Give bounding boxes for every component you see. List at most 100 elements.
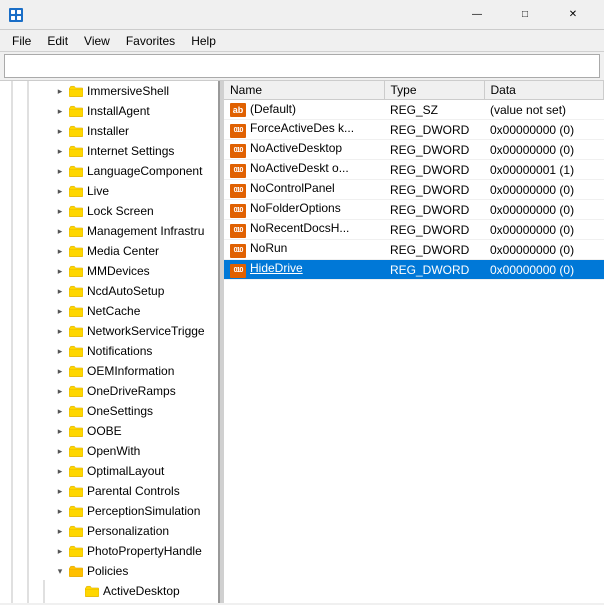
table-row[interactable]: 010NoFolderOptionsREG_DWORD0x00000000 (0… <box>224 200 604 220</box>
tree-item[interactable]: ▸ OptimalLayout <box>0 461 218 481</box>
tree-toggle-icon[interactable]: ▸ <box>52 461 68 481</box>
tree-item[interactable]: ▸ LanguageComponent <box>0 161 218 181</box>
tree-toggle-icon[interactable] <box>68 581 84 601</box>
tree-item[interactable]: ▸ Notifications <box>0 341 218 361</box>
tree-toggle-icon[interactable]: ▸ <box>52 281 68 301</box>
tree-indent <box>20 600 36 604</box>
tree-toggle-icon[interactable]: ▸ <box>52 541 68 561</box>
tree-item[interactable]: ▸ Media Center <box>0 241 218 261</box>
tree-toggle-icon[interactable]: ▸ <box>52 241 68 261</box>
tree-item-label: OptimalLayout <box>87 464 164 478</box>
tree-item[interactable]: ▸ Internet Settings <box>0 141 218 161</box>
tree-item[interactable]: ▸ OpenWith <box>0 441 218 461</box>
reg-data-cell: 0x00000000 (0) <box>484 260 604 280</box>
table-row[interactable]: 010ForceActiveDes k...REG_DWORD0x0000000… <box>224 120 604 140</box>
tree-item[interactable]: ▸ Parental Controls <box>0 481 218 501</box>
reg-data-cell: 0x00000001 (1) <box>484 160 604 180</box>
tree-toggle-icon[interactable]: ▸ <box>52 421 68 441</box>
menu-item-help[interactable]: Help <box>183 32 224 50</box>
tree-panel[interactable]: ▸ ImmersiveShell▸ InstallAgent▸ Installe… <box>0 81 220 603</box>
tree-item[interactable]: ▾ Policies <box>0 561 218 581</box>
col-name[interactable]: Name <box>224 81 384 100</box>
table-row[interactable]: 010NoRunREG_DWORD0x00000000 (0) <box>224 240 604 260</box>
reg-name-cell: 010HideDrive <box>224 260 384 280</box>
tree-item-label: Notifications <box>87 344 152 358</box>
minimize-button[interactable]: — <box>454 0 500 30</box>
reg-name-cell: 010NoActiveDeskt o... <box>224 160 384 180</box>
tree-item[interactable]: ▸ ImmersiveShell <box>0 81 218 101</box>
tree-item[interactable]: ▸ OneSettings <box>0 401 218 421</box>
tree-item[interactable]: ▸ PhotoPropertyHandle <box>0 541 218 561</box>
dword-icon: 010 <box>230 144 246 158</box>
tree-toggle-icon[interactable]: ▸ <box>52 221 68 241</box>
tree-toggle-icon[interactable]: ▸ <box>52 81 68 101</box>
tree-item-label: OOBE <box>87 424 122 438</box>
tree-toggle-icon[interactable]: ▸ <box>52 101 68 121</box>
reg-name-cell: 010NoRecentDocsH... <box>224 220 384 240</box>
tree-toggle-icon[interactable]: ▸ <box>52 261 68 281</box>
table-row[interactable]: 010HideDriveREG_DWORD0x00000000 (0) <box>224 260 604 280</box>
tree-toggle-icon[interactable]: ▸ <box>52 201 68 221</box>
tree-item[interactable]: ▸ InstallAgent <box>0 101 218 121</box>
tree-toggle-icon[interactable]: ▸ <box>52 301 68 321</box>
tree-toggle-icon[interactable]: ▸ <box>52 381 68 401</box>
reg-type-cell: REG_DWORD <box>384 200 484 220</box>
close-button[interactable]: ✕ <box>550 0 596 30</box>
tree-toggle-icon[interactable]: ▸ <box>52 501 68 521</box>
tree-item-label: NcdAutoSetup <box>87 284 164 298</box>
tree-item[interactable]: ▸ NcdAutoSetup <box>0 281 218 301</box>
tree-item[interactable]: ▸ OneDriveRamps <box>0 381 218 401</box>
table-row[interactable]: 010NoControlPanelREG_DWORD0x00000000 (0) <box>224 180 604 200</box>
table-row[interactable]: 010NoActiveDesktopREG_DWORD0x00000000 (0… <box>224 140 604 160</box>
folder-icon <box>68 483 84 499</box>
tree-toggle-icon[interactable]: ▸ <box>52 121 68 141</box>
tree-toggle-icon[interactable]: ▸ <box>52 161 68 181</box>
tree-item[interactable]: ActiveDesktop <box>0 581 218 601</box>
tree-toggle-icon[interactable] <box>68 601 84 603</box>
tree-item[interactable]: ▸ NetCache <box>0 301 218 321</box>
menu-item-view[interactable]: View <box>76 32 118 50</box>
folder-icon <box>68 83 84 99</box>
tree-item[interactable]: ▸ MMDevices <box>0 261 218 281</box>
menu-item-favorites[interactable]: Favorites <box>118 32 183 50</box>
tree-toggle-icon[interactable]: ▸ <box>52 441 68 461</box>
dword-icon: 010 <box>230 244 246 258</box>
tree-toggle-icon[interactable]: ▸ <box>52 361 68 381</box>
tree-toggle-icon[interactable]: ▸ <box>52 181 68 201</box>
tree-toggle-icon[interactable]: ▸ <box>52 521 68 541</box>
table-row[interactable]: 010NoActiveDeskt o...REG_DWORD0x00000001… <box>224 160 604 180</box>
tree-item[interactable]: ▸ PerceptionSimulation <box>0 501 218 521</box>
table-row[interactable]: ab(Default)REG_SZ(value not set) <box>224 100 604 120</box>
tree-item[interactable]: ▸ Personalization <box>0 521 218 541</box>
menu-item-file[interactable]: File <box>4 32 39 50</box>
tree-item-label: InstallAgent <box>87 104 150 118</box>
tree-item-label: LanguageComponent <box>87 164 202 178</box>
tree-toggle-icon[interactable]: ▾ <box>52 561 68 581</box>
dword-icon: 010 <box>230 124 246 138</box>
tree-item[interactable]: ▸ OEMInformation <box>0 361 218 381</box>
tree-item-label: Internet Settings <box>87 144 174 158</box>
col-type[interactable]: Type <box>384 81 484 100</box>
tree-item[interactable]: Attachments <box>0 601 218 603</box>
tree-item[interactable]: ▸ NetworkServiceTrigge <box>0 321 218 341</box>
tree-toggle-icon[interactable]: ▸ <box>52 141 68 161</box>
reg-name-text: NoControlPanel <box>250 181 335 195</box>
tree-item[interactable]: ▸ Lock Screen <box>0 201 218 221</box>
tree-item[interactable]: ▸ OOBE <box>0 421 218 441</box>
tree-toggle-icon[interactable]: ▸ <box>52 481 68 501</box>
col-data[interactable]: Data <box>484 81 604 100</box>
tree-item[interactable]: ▸ Management Infrastru <box>0 221 218 241</box>
app-icon <box>8 7 24 23</box>
address-bar[interactable] <box>4 54 600 78</box>
menu-item-edit[interactable]: Edit <box>39 32 76 50</box>
tree-toggle-icon[interactable]: ▸ <box>52 341 68 361</box>
reg-name-text: NoFolderOptions <box>250 201 341 215</box>
maximize-button[interactable]: □ <box>502 0 548 30</box>
folder-icon <box>68 143 84 159</box>
tree-toggle-icon[interactable]: ▸ <box>52 321 68 341</box>
tree-item[interactable]: ▸ Installer <box>0 121 218 141</box>
table-row[interactable]: 010NoRecentDocsH...REG_DWORD0x00000000 (… <box>224 220 604 240</box>
data-panel[interactable]: Name Type Data ab(Default)REG_SZ(value n… <box>224 81 604 603</box>
tree-toggle-icon[interactable]: ▸ <box>52 401 68 421</box>
tree-item[interactable]: ▸ Live <box>0 181 218 201</box>
